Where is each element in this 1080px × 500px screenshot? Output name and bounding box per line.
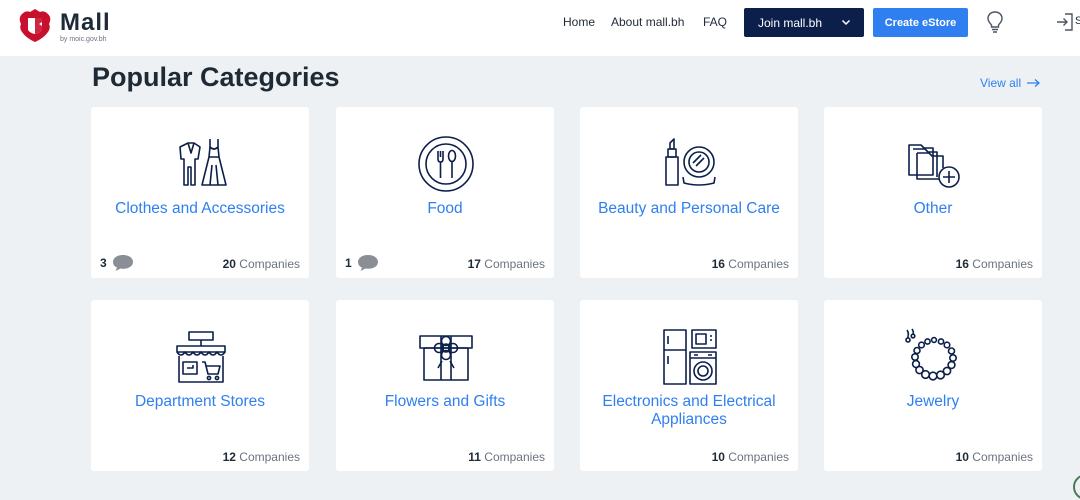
logo-name: Mall	[60, 9, 111, 36]
create-estore-button[interactable]: Create eStore	[873, 8, 968, 37]
view-all-label: View all	[980, 76, 1022, 90]
company-count: 10 Companies	[955, 450, 1033, 464]
comment-count[interactable]: 1	[345, 254, 379, 272]
create-estore-label: Create eStore	[884, 16, 957, 29]
nav-faq[interactable]: FAQ	[703, 15, 727, 29]
category-title: Department Stores	[134, 393, 266, 410]
category-card-other[interactable]: Other 16 Companies	[824, 107, 1042, 278]
sign-in-icon[interactable]	[1056, 12, 1074, 32]
category-title: Flowers and Gifts	[384, 393, 506, 410]
category-title: Jewelry	[906, 393, 960, 410]
company-count: 16 Companies	[955, 257, 1033, 271]
view-all-link[interactable]: View all	[980, 76, 1041, 90]
category-card-food[interactable]: Food 1 17 Companies	[336, 107, 554, 278]
chat-widget-icon[interactable]	[1072, 473, 1080, 500]
category-title: Beauty and Personal Care	[598, 200, 780, 217]
category-title: Clothes and Accessories	[115, 200, 285, 217]
company-count: 20 Companies	[222, 257, 300, 271]
join-mall-button[interactable]: Join mall.bh	[744, 8, 864, 37]
clothes-icon	[179, 139, 227, 186]
comment-count[interactable]: 3	[100, 254, 134, 272]
lightbulb-icon[interactable]	[985, 10, 1005, 34]
bahrain-emblem-icon	[19, 9, 51, 42]
company-count: 16 Companies	[711, 257, 789, 271]
company-count: 17 Companies	[467, 257, 545, 271]
section-title: Popular Categories	[92, 62, 340, 92]
nav-about[interactable]: About mall.bh	[611, 15, 684, 29]
category-title: Electronics and Electrical Appliances	[602, 393, 776, 428]
company-count: 12 Companies	[222, 450, 300, 464]
category-card-clothes[interactable]: Clothes and Accessories 3 20 Companies	[91, 107, 309, 278]
join-mall-label: Join mall.bh	[758, 15, 823, 30]
nav-home[interactable]: Home	[563, 15, 595, 29]
company-count: 11 Companies	[468, 450, 545, 464]
category-card-department-stores[interactable]: Department Stores 12 Companies	[91, 300, 309, 471]
chevron-down-icon	[841, 19, 851, 26]
category-card-jewelry[interactable]: Jewelry 10 Companies	[824, 300, 1042, 471]
necklace-icon	[905, 328, 957, 381]
category-title: Other	[913, 200, 953, 217]
comment-icon	[112, 255, 133, 271]
sign-in-label[interactable]: S	[1075, 15, 1080, 27]
category-title: Food	[427, 200, 463, 217]
cosmetics-icon	[665, 138, 716, 186]
store-icon	[176, 331, 226, 383]
category-card-electronics[interactable]: Electronics and Electrical Appliances 10…	[580, 300, 798, 471]
category-card-beauty[interactable]: Beauty and Personal Care 16 Companies	[580, 107, 798, 278]
arrow-right-icon	[1027, 79, 1041, 87]
comment-icon	[357, 255, 378, 271]
category-card-flowers-gifts[interactable]: Flowers and Gifts 11 Companies	[336, 300, 554, 471]
food-plate-icon	[418, 136, 474, 192]
gift-icon	[419, 335, 473, 381]
mall-logo[interactable]: Mall by moic.gov.bh	[18, 8, 111, 46]
top-header: Mall by moic.gov.bh Home About mall.bh F…	[0, 0, 1080, 56]
logo-subtitle: by moic.gov.bh	[60, 36, 107, 43]
folders-add-icon	[908, 144, 960, 188]
appliances-icon	[663, 329, 717, 385]
company-count: 10 Companies	[711, 450, 789, 464]
